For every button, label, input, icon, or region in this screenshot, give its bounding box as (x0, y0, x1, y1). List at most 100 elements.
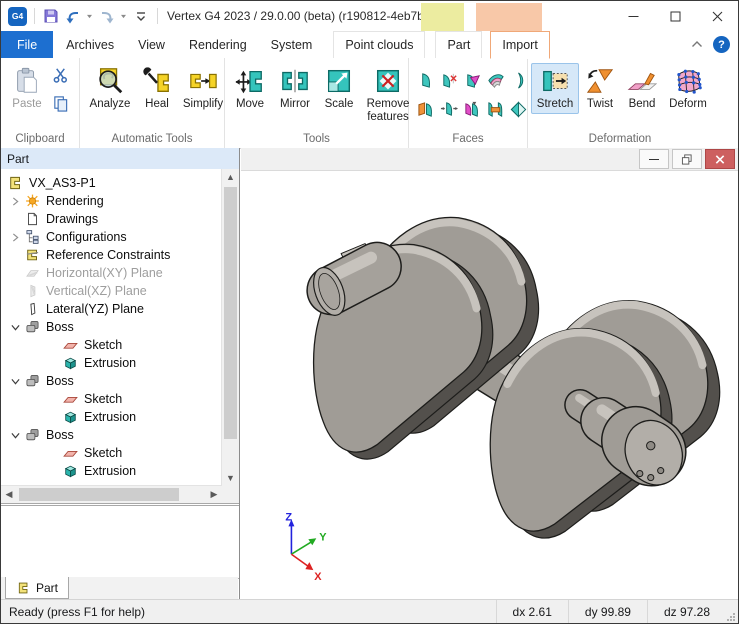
redo-button[interactable] (98, 6, 116, 26)
twist-label: Twist (587, 98, 613, 111)
vertical-scrollbar[interactable]: ▲ ▼ (221, 169, 239, 486)
tree-item-icon (24, 301, 41, 317)
mdi-minimize-icon (648, 154, 660, 165)
scroll-up-arrow[interactable]: ▲ (222, 169, 239, 185)
document-window-controls (241, 148, 738, 171)
tree-item[interactable]: Drawings (1, 210, 222, 228)
doc-restore-button[interactable] (672, 149, 702, 169)
customize-qat-button[interactable] (132, 6, 150, 26)
deform-button[interactable]: Deform (663, 63, 713, 114)
ribbon-group-tools: Move Mirror Scale Remove features Tools (225, 58, 409, 148)
scrollbar-thumb[interactable] (19, 488, 179, 501)
save-button[interactable] (42, 6, 60, 26)
ribbon-tab[interactable]: View (127, 31, 176, 58)
face-tool-button[interactable] (439, 67, 460, 93)
ribbon-tab[interactable]: Archives (55, 31, 125, 58)
analyze-button[interactable]: Analyze (83, 63, 137, 114)
tree-item[interactable]: Horizontal(XY) Plane (1, 264, 222, 282)
tree-item[interactable]: Extrusion (1, 462, 222, 480)
tree-item[interactable]: Extrusion (1, 354, 222, 372)
ribbon-tab[interactable]: File (1, 31, 53, 58)
heal-icon (142, 66, 172, 96)
cut-button[interactable] (52, 66, 69, 88)
redo-dropdown[interactable] (120, 6, 128, 26)
maximize-button[interactable] (654, 1, 696, 31)
face-tool-icon (486, 100, 505, 119)
face-tool-button[interactable] (508, 96, 529, 122)
doc-minimize-button[interactable] (639, 149, 669, 169)
minimize-button[interactable] (612, 1, 654, 31)
scale-icon (324, 66, 354, 96)
undo-button[interactable] (64, 6, 82, 26)
face-tool-button[interactable] (416, 96, 437, 122)
copy-button[interactable] (52, 95, 69, 117)
scroll-left-arrow[interactable]: ◀ (1, 486, 17, 503)
tree-item[interactable]: VX_AS3-P1 (1, 174, 222, 192)
tree-item[interactable]: Boss (1, 372, 222, 390)
tree-item[interactable]: Sketch (1, 390, 222, 408)
scroll-down-arrow[interactable]: ▼ (222, 470, 239, 486)
crankshaft-model[interactable] (308, 217, 720, 538)
stretch-button[interactable]: Stretch (531, 63, 579, 114)
undo-dropdown[interactable] (86, 6, 94, 26)
ribbon-tab[interactable]: Import (490, 31, 549, 59)
resize-grip[interactable] (726, 600, 738, 624)
ribbon-group-deformation: Stretch Twist Bend Deform Deformation (528, 58, 712, 148)
app-logo-icon[interactable]: G4 (8, 7, 27, 26)
help-button[interactable]: ? (713, 36, 730, 53)
face-tool-button[interactable] (462, 96, 483, 122)
tree-expander[interactable] (7, 321, 24, 334)
move-button[interactable]: Move (228, 63, 272, 114)
tree-item[interactable]: Configurations (1, 228, 222, 246)
face-tool-button[interactable] (439, 96, 460, 122)
paste-button[interactable]: Paste (4, 63, 50, 114)
face-tool-button[interactable] (462, 67, 483, 93)
tree-item-label: Extrusion (84, 410, 136, 424)
simplify-button[interactable]: Simplify (177, 63, 229, 114)
bend-button[interactable]: Bend (621, 63, 663, 114)
ribbon-tab[interactable]: Rendering (178, 31, 258, 58)
tree-item[interactable]: Boss (1, 318, 222, 336)
tree-item[interactable]: Rendering (1, 192, 222, 210)
face-tool-button[interactable] (508, 67, 529, 93)
tree-item-label: Lateral(YZ) Plane (46, 302, 144, 316)
feature-tree[interactable]: VX_AS3-P1 Rendering Drawings (1, 169, 222, 486)
tree-item-icon (24, 373, 41, 389)
panel-tab-part[interactable]: Part (5, 577, 69, 599)
remove-features-button[interactable]: Remove features (360, 63, 416, 127)
tree-item[interactable]: Sketch (1, 336, 222, 354)
tree-item[interactable]: Reference Constraints (1, 246, 222, 264)
twist-button[interactable]: Twist (579, 63, 621, 114)
mirror-button[interactable]: Mirror (272, 63, 318, 114)
title-bar[interactable]: G4 Vertex G4 2023 / 29.0.00 (beta) (r190… (1, 1, 738, 31)
ribbon-tab[interactable]: Point clouds (333, 31, 425, 58)
tree-item[interactable]: Lateral(YZ) Plane (1, 300, 222, 318)
tree-expander[interactable] (7, 195, 24, 208)
scroll-right-arrow[interactable]: ▶ (206, 486, 222, 503)
face-tool-button[interactable] (416, 67, 437, 93)
group-label: Clipboard (1, 133, 79, 145)
tree-expander[interactable] (7, 375, 24, 388)
face-tool-button[interactable] (485, 67, 506, 93)
ribbon-tab[interactable]: System (260, 31, 324, 58)
tree-expander[interactable] (7, 231, 24, 244)
tree-item[interactable]: Boss (1, 426, 222, 444)
tree-item[interactable]: Extrusion (1, 408, 222, 426)
doc-close-button[interactable] (705, 149, 735, 169)
close-button[interactable] (696, 1, 738, 31)
scale-button[interactable]: Scale (318, 63, 360, 114)
maximize-icon (670, 11, 681, 22)
twist-icon (585, 66, 615, 96)
heal-button[interactable]: Heal (137, 63, 177, 114)
ribbon-tab[interactable]: Part (435, 31, 482, 58)
tree-item[interactable]: Sketch (1, 444, 222, 462)
collapse-ribbon-button[interactable] (691, 36, 703, 54)
tree-expander[interactable] (7, 429, 24, 442)
tab-bar-right: ? (691, 31, 738, 58)
model-canvas[interactable]: Z Y X (241, 170, 738, 599)
horizontal-scrollbar[interactable]: ◀ ▶ (1, 485, 222, 503)
face-tool-button[interactable] (485, 96, 506, 122)
bend-label: Bend (629, 98, 656, 111)
scrollbar-thumb[interactable] (224, 187, 237, 439)
tree-item[interactable]: Vertical(XZ) Plane (1, 282, 222, 300)
